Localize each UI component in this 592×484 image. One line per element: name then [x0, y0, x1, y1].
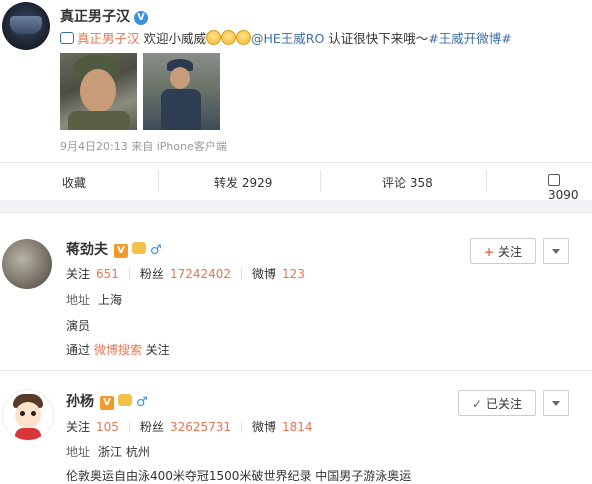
weibo-count[interactable]: 1814 [282, 420, 313, 434]
emoji-icon [236, 30, 251, 45]
user-avatar[interactable] [2, 239, 52, 289]
male-icon: ♂ [150, 243, 162, 258]
crown-badge-icon [118, 394, 132, 406]
emoji-icon [206, 30, 221, 45]
via-prefix: 通过 [66, 343, 91, 357]
user-location: 地址 上海 [66, 291, 122, 308]
user-avatar[interactable] [2, 389, 54, 441]
user-name[interactable]: 孙杨 [66, 394, 94, 410]
divider [0, 370, 592, 371]
male-icon: ♂ [136, 395, 148, 410]
following-label: 关注 [66, 267, 91, 281]
post-text: 真正男子汉 欢迎小威威 @HE王威RO 认证很快下来哦～#王威开微博# [60, 28, 512, 47]
emoji-icon [221, 30, 236, 45]
mention-link[interactable]: @HE王威RO [251, 31, 324, 46]
user-location: 地址 浙江 杭州 [66, 443, 150, 460]
cartoon-face-shape [15, 402, 41, 428]
post-author-link[interactable]: 真正男子汉 [77, 31, 140, 46]
soldier-uniform-shape [68, 111, 130, 130]
post-author-avatar[interactable] [2, 2, 50, 50]
verified-badge-icon: V [134, 11, 148, 25]
vip-v-badge-icon: V [114, 244, 128, 258]
via-suffix: 关注 [141, 343, 170, 357]
divider [0, 162, 592, 163]
following-count[interactable]: 651 [96, 267, 119, 281]
user-menu-button[interactable] [543, 390, 569, 416]
hashtag-link[interactable]: #王威开微博# [428, 31, 511, 46]
action-separator [158, 170, 159, 192]
stat-separator [128, 268, 130, 280]
fans-label: 粉丝 [139, 420, 164, 434]
favorite-button[interactable]: 收藏 [62, 174, 86, 191]
cartoon-shirt-shape [15, 428, 41, 440]
fans-label: 粉丝 [139, 267, 164, 281]
chevron-down-icon [552, 401, 560, 406]
cartoon-eye-shape [31, 411, 36, 416]
check-icon: ✓ [471, 397, 483, 411]
location-value: 浙江 杭州 [98, 445, 150, 459]
user-name-row: 孙杨 V ♂ [66, 391, 148, 411]
section-separator [0, 200, 592, 213]
post-meta[interactable]: 9月4日20:13 来自 iPhone客户端 [60, 138, 227, 154]
post-author-name[interactable]: 真正男子汉 [60, 9, 130, 25]
user-name[interactable]: 蒋劲夫 [66, 242, 108, 258]
post-photo-1[interactable] [60, 53, 137, 130]
post-text-welcome: 欢迎小威威 [139, 31, 206, 46]
weibo-label: 微博 [252, 267, 277, 281]
user-via: 通过 微博搜索 关注 [66, 341, 170, 358]
action-separator [486, 170, 487, 192]
stat-separator [241, 421, 243, 433]
following-label: 关注 [66, 420, 91, 434]
fans-count[interactable]: 32625731 [170, 420, 231, 434]
soldier-uniform-shape [161, 89, 201, 130]
location-value: 上海 [98, 293, 123, 307]
post-photo-2[interactable] [143, 53, 220, 130]
stat-separator [128, 421, 130, 433]
user-bio: 演员 [66, 319, 91, 333]
follow-label: 关注 [498, 245, 523, 259]
repost-button[interactable]: 转发 2929 [214, 174, 272, 191]
thumbs-up-icon [548, 174, 560, 186]
like-button[interactable]: 3090 [548, 174, 592, 202]
vip-v-badge-icon: V [100, 396, 114, 410]
soldier-face-shape [80, 69, 116, 113]
cartoon-eye-shape [20, 411, 25, 416]
action-separator [320, 170, 321, 192]
stat-separator [241, 268, 243, 280]
user-stats: 关注 651 粉丝 17242402 微博 123 [66, 265, 305, 282]
fans-count[interactable]: 17242402 [170, 267, 231, 281]
crown-badge-icon [132, 242, 146, 254]
via-search-link[interactable]: 微博搜索 [94, 343, 142, 357]
location-label: 地址 [66, 293, 91, 307]
user-bio: 伦敦奥运自由泳400米夺冠1500米破世界纪录 中国男子游泳奥运 [66, 469, 412, 483]
location-label: 地址 [66, 445, 91, 459]
weibo-label: 微博 [252, 420, 277, 434]
retweet-icon [60, 32, 74, 44]
user-stats: 关注 105 粉丝 32625731 微博 1814 [66, 418, 313, 435]
logo-emblem-icon [10, 16, 42, 34]
user-menu-button[interactable] [543, 238, 569, 264]
follow-button[interactable]: + 关注 [470, 238, 536, 264]
follow-label: 已关注 [486, 397, 523, 411]
soldier-face-shape [170, 67, 190, 89]
following-button[interactable]: ✓ 已关注 [458, 390, 536, 416]
user-name-row: 蒋劲夫 V ♂ [66, 239, 162, 259]
post-author-name-row: 真正男子汉 V [60, 6, 148, 26]
comment-button[interactable]: 评论 358 [382, 174, 433, 191]
following-count[interactable]: 105 [96, 420, 119, 434]
weibo-count[interactable]: 123 [282, 267, 305, 281]
plus-icon: + [483, 245, 495, 259]
chevron-down-icon [552, 249, 560, 254]
post-text-middle: 认证很快下来哦～ [324, 31, 429, 46]
